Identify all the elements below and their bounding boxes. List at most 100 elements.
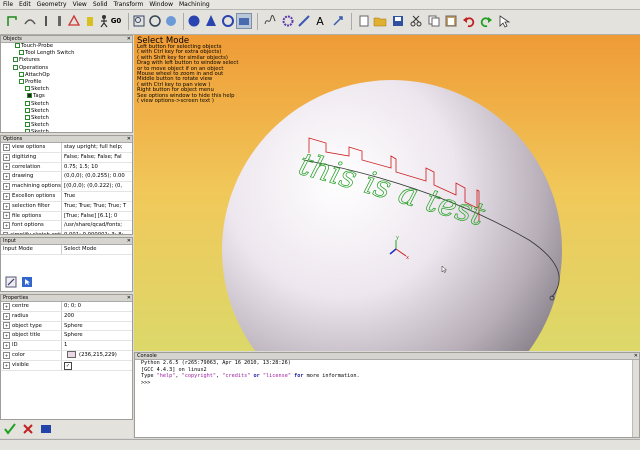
property-value[interactable]: 0; 0; 0	[61, 302, 132, 311]
property-row[interactable]: + machining options [(0,0,0); (0,0.222); (…	[1, 182, 132, 192]
property-row[interactable]: + ID 1	[1, 341, 132, 351]
property-value[interactable]: ✓	[61, 360, 132, 370]
expand-icon[interactable]: +	[3, 342, 10, 350]
property-row[interactable]: + view options stay upright; full help;	[1, 143, 132, 153]
cancel-x-icon[interactable]	[22, 423, 34, 435]
apply-icon[interactable]	[40, 423, 52, 435]
property-value[interactable]: Sphere	[61, 321, 132, 331]
property-value[interactable]: (236,215,229)	[61, 350, 132, 360]
ok-check-icon[interactable]	[4, 423, 16, 435]
property-row[interactable]: + correlation 0.75; 1.5; 10	[1, 162, 132, 173]
menu-edit[interactable]: Edit	[16, 0, 34, 9]
console-scrollbar[interactable]	[632, 360, 639, 437]
expand-icon[interactable]: +	[3, 173, 10, 181]
property-row[interactable]: + selection filter True; True; True; True;…	[1, 201, 132, 212]
expand-icon[interactable]: +	[3, 332, 10, 340]
tree-item[interactable]: Operations	[1, 64, 132, 72]
expand-icon[interactable]: +	[3, 153, 10, 161]
expand-icon[interactable]: +	[3, 222, 10, 230]
sketch-tool-icon[interactable]	[4, 13, 20, 29]
zoom-tool-icon[interactable]	[131, 13, 147, 29]
tree-item[interactable]: Sketch	[1, 129, 132, 132]
property-row[interactable]: +simplify sketch option0.001; 0.000001; …	[1, 231, 132, 234]
property-value[interactable]: False; False; False; Fal	[61, 152, 132, 162]
property-row[interactable]: + digitizing False; False; False; Fal	[1, 152, 132, 163]
tree-item[interactable]: Tool Length Switch	[1, 50, 132, 57]
tree-item[interactable]: AttachOp	[1, 71, 132, 79]
property-value[interactable]: Sphere	[61, 331, 132, 341]
property-value[interactable]: 1	[61, 341, 132, 350]
undo-icon[interactable]	[461, 13, 477, 29]
expand-icon[interactable]: +	[3, 232, 9, 234]
tree-item[interactable]: Touch-Probe	[1, 43, 132, 50]
pen-tool-icon[interactable]	[296, 13, 312, 29]
property-value[interactable]: 200	[61, 311, 132, 321]
property-row[interactable]: + radius 200	[1, 311, 132, 322]
tree-item[interactable]: Sketch	[1, 114, 132, 122]
property-row[interactable]: + object type Sphere	[1, 321, 132, 332]
arc-tool-icon[interactable]	[22, 13, 38, 29]
property-value[interactable]: 0.75; 1.5; 10	[61, 162, 132, 172]
expand-icon[interactable]: +	[3, 212, 10, 220]
color-swatch[interactable]	[67, 350, 76, 358]
tree-item[interactable]: Fixtures	[1, 57, 132, 64]
open-folder-icon[interactable]	[372, 13, 388, 29]
redo-icon[interactable]	[478, 13, 494, 29]
property-value[interactable]: /usr/share/qcad/fonts;	[61, 221, 132, 231]
expand-icon[interactable]: +	[3, 143, 10, 151]
paste-icon[interactable]	[443, 13, 459, 29]
drill-tool-icon[interactable]	[66, 13, 82, 29]
property-row[interactable]: + file options [True; False] [6.1]; 0	[1, 211, 132, 222]
tree-item[interactable]: Sketch	[1, 122, 132, 129]
select-mode-icon[interactable]	[236, 13, 252, 29]
input-tool-icon[interactable]	[5, 276, 17, 288]
menu-file[interactable]: File	[0, 0, 16, 9]
sphere-object[interactable]	[222, 80, 562, 351]
property-value[interactable]: [(0,0,0); (0,0.222); (0,	[61, 182, 132, 191]
fit-view-icon[interactable]	[147, 13, 163, 29]
close-icon[interactable]: ✕	[127, 238, 131, 244]
copy-icon[interactable]	[426, 13, 442, 29]
property-value[interactable]: stay upright; full help;	[61, 143, 132, 152]
console-prompt[interactable]: >>>	[135, 380, 639, 387]
transform-tool-icon[interactable]	[330, 13, 346, 29]
new-file-icon[interactable]	[356, 13, 372, 29]
expand-icon[interactable]: +	[3, 322, 10, 330]
close-icon[interactable]: ✕	[127, 295, 131, 301]
expand-icon[interactable]: +	[3, 192, 10, 200]
rotate-view-icon[interactable]	[163, 13, 179, 29]
graphics-viewport[interactable]: Select Mode Left button for selecting ob…	[134, 35, 640, 351]
property-row[interactable]: + visible ✓	[1, 360, 132, 371]
menu-window[interactable]: Window	[146, 0, 176, 9]
expand-icon[interactable]: +	[3, 183, 10, 191]
menu-geometry[interactable]: Geometry	[34, 0, 70, 9]
visible-checkbox[interactable]: ✓	[64, 361, 72, 370]
property-value[interactable]: (0,0,0); (0,0.255); 0.00	[61, 172, 132, 182]
cylinder-tool-icon[interactable]	[220, 13, 236, 29]
tree-item[interactable]: Tags	[1, 93, 132, 100]
cut-icon[interactable]	[408, 13, 424, 29]
property-row[interactable]: + font options/usr/share/qcad/fonts;	[1, 221, 132, 232]
tree-item[interactable]: Sketch	[1, 107, 132, 115]
tree-item[interactable]: Sketch	[1, 86, 132, 93]
property-row[interactable]: + color (236,215,229)	[1, 350, 132, 361]
text-tool-icon[interactable]: A	[312, 13, 328, 29]
property-row[interactable]: + object title Sphere	[1, 331, 132, 342]
menu-transform[interactable]: Transform	[110, 0, 146, 9]
cone-tool-icon[interactable]	[203, 13, 219, 29]
expand-icon[interactable]: +	[3, 361, 10, 369]
gear-tool-icon[interactable]	[280, 13, 296, 29]
menu-machining[interactable]: Machining	[176, 0, 213, 9]
spline-tool-icon[interactable]	[262, 13, 278, 29]
expand-icon[interactable]: +	[3, 202, 10, 210]
property-value[interactable]: True; True; True; True; T	[61, 201, 132, 211]
sphere-tool-icon[interactable]	[186, 13, 202, 29]
property-value[interactable]: [True; False] [6.1]; 0	[61, 211, 132, 221]
g0-tool-icon[interactable]: G0	[108, 13, 124, 29]
menu-view[interactable]: View	[70, 0, 90, 9]
close-icon[interactable]: ✕	[127, 36, 131, 42]
close-icon[interactable]: ✕	[127, 136, 131, 142]
property-value[interactable]: 0.001; 0.000001; 3; 8;	[61, 231, 132, 234]
pointer-icon[interactable]	[496, 13, 512, 29]
property-row[interactable]: + Excellon options True	[1, 191, 132, 202]
